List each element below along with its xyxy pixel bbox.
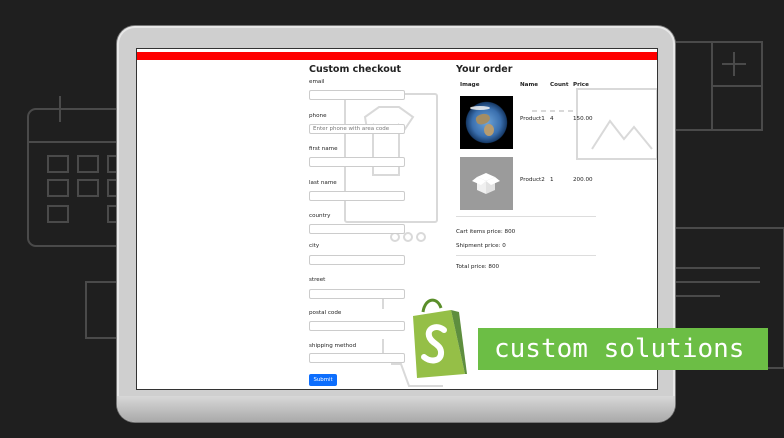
product1-count: 4 (550, 116, 554, 122)
first-name-label: first name (309, 146, 338, 152)
email-label: email (309, 79, 325, 85)
country-field[interactable] (309, 224, 405, 234)
checkout-title: Custom checkout (309, 64, 402, 75)
divider (456, 255, 596, 256)
column-image: Image (460, 82, 480, 88)
top-bar (137, 52, 657, 60)
order-title: Your order (456, 64, 513, 75)
total-price: Total price: 800 (456, 264, 500, 270)
country-label: country (309, 213, 331, 219)
box-icon (472, 173, 500, 194)
postal-code-field[interactable] (309, 321, 405, 331)
first-name-field[interactable] (309, 157, 405, 167)
last-name-label: last name (309, 180, 337, 186)
divider (456, 216, 596, 217)
postal-code-label: postal code (309, 310, 342, 316)
product1-name: Product1 (520, 116, 545, 122)
product2-price: 200.00 (573, 177, 593, 183)
column-name: Name (520, 82, 539, 88)
shipping-method-field[interactable] (309, 353, 405, 363)
column-count: Count (550, 82, 569, 88)
product1-price: 150.00 (573, 116, 593, 122)
city-label: city (309, 243, 320, 249)
earth-image (460, 96, 513, 149)
product2-count: 1 (550, 177, 554, 183)
column-price: Price (573, 82, 589, 88)
last-name-field[interactable] (309, 191, 405, 201)
street-label: street (309, 277, 326, 283)
street-field[interactable] (309, 289, 405, 299)
phone-label: phone (309, 113, 327, 119)
shipping-method-label: shipping method (309, 343, 357, 349)
email-field[interactable] (309, 90, 405, 100)
city-field[interactable] (309, 255, 405, 265)
cart-items-price: Cart items price: 800 (456, 229, 516, 235)
phone-field[interactable]: Enter phone with area code (309, 124, 405, 134)
product2-name: Product2 (520, 177, 545, 183)
custom-solutions-banner: custom solutions (478, 328, 768, 370)
submit-button[interactable]: Submit (309, 374, 337, 386)
tablet-bezel (117, 396, 675, 422)
shopify-bag-icon (413, 298, 467, 378)
box-image (460, 157, 513, 210)
shipment-price: Shipment price: 0 (456, 243, 506, 249)
